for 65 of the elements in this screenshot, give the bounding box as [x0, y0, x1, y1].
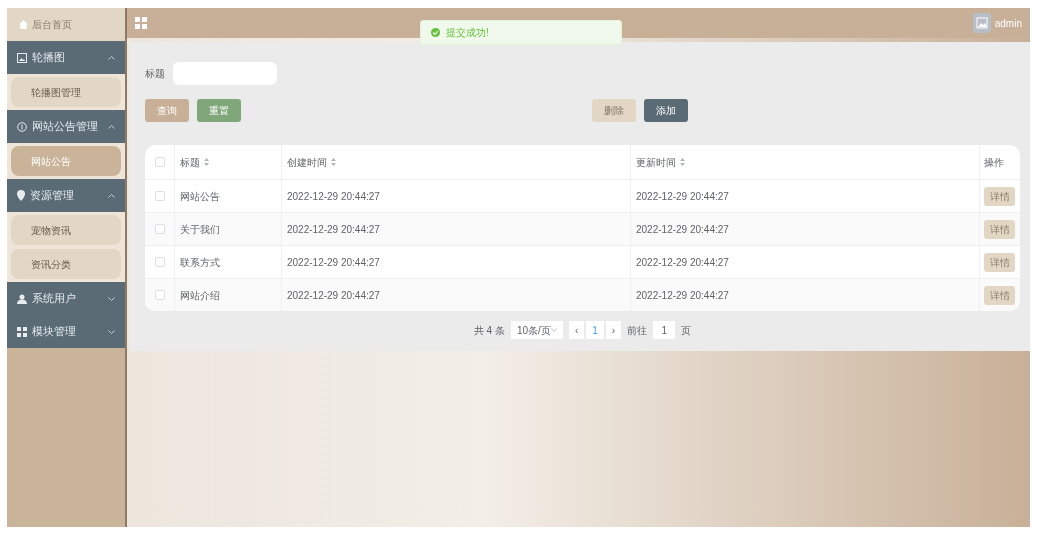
column-header[interactable]: 操作 — [984, 156, 1004, 168]
menu-header[interactable]: 轮播图 — [7, 41, 125, 74]
details-button[interactable]: 详情 — [984, 186, 1015, 206]
column-header[interactable]: 标题 — [180, 154, 200, 170]
home-icon — [19, 20, 28, 29]
sort-icon[interactable] — [331, 158, 336, 166]
table-cell-text: 2022-12-29 20:44:27 — [636, 255, 729, 270]
table-cell-text: 网站介绍 — [180, 288, 220, 303]
table-cell-text: 2022-12-29 20:44:27 — [287, 189, 380, 204]
details-button[interactable]: 详情 — [984, 219, 1015, 239]
details-button[interactable]: 详情 — [984, 285, 1015, 305]
page-input[interactable]: 1 — [653, 321, 676, 339]
checkbox[interactable] — [154, 257, 165, 267]
menu-header[interactable]: 网站公告管理 — [7, 110, 125, 143]
chevron-up-icon — [108, 55, 115, 60]
image-icon — [17, 52, 27, 63]
avatar-icon[interactable] — [972, 13, 991, 33]
goto-label: 前往 — [627, 323, 648, 338]
checkbox[interactable] — [154, 290, 165, 300]
details-button[interactable]: 详情 — [984, 252, 1015, 272]
location-pin-icon — [17, 190, 25, 201]
table-cell-text: 2022-12-29 20:44:27 — [636, 222, 729, 237]
checkbox[interactable] — [154, 157, 165, 167]
page-suffix: 页 — [681, 323, 692, 338]
chevron-down-icon — [108, 296, 115, 301]
chevron-down-icon — [108, 329, 115, 334]
prev-page-button[interactable]: ‹ — [568, 321, 585, 339]
page-number[interactable]: 1 — [586, 321, 604, 339]
table-cell-text: 2022-12-29 20:44:27 — [287, 288, 380, 303]
chevron-down-icon — [550, 328, 557, 332]
menu-header[interactable]: 系统用户 — [7, 282, 125, 315]
menu-header[interactable]: 资源管理 — [7, 179, 125, 212]
menu-header[interactable]: 模块管理 — [7, 315, 125, 348]
home-menu-item[interactable]: 后台首页 — [7, 8, 125, 41]
sort-icon[interactable] — [680, 158, 685, 166]
chevron-up-icon — [108, 124, 115, 129]
submenu-item[interactable]: 轮播图管理 — [11, 77, 121, 107]
next-page-button[interactable]: › — [605, 321, 622, 339]
total-count: 共 4 条 — [473, 323, 505, 338]
grid-icon — [17, 326, 27, 337]
table-cell-text: 联系方式 — [180, 255, 220, 270]
table-cell-text: 2022-12-29 20:44:27 — [287, 255, 380, 270]
reset-button[interactable]: 重置 — [197, 99, 241, 122]
add-button[interactable]: 添加 — [644, 99, 688, 122]
table-cell-text: 2022-12-29 20:44:27 — [636, 189, 729, 204]
table-cell-text: 2022-12-29 20:44:27 — [636, 288, 729, 303]
chevron-up-icon — [108, 193, 115, 198]
table-cell-text: 关于我们 — [180, 222, 220, 237]
grid-icon[interactable] — [135, 17, 147, 29]
field-label: 标题 — [145, 67, 165, 81]
checkbox[interactable] — [154, 224, 165, 234]
info-icon — [17, 121, 27, 132]
check-circle-icon — [431, 28, 440, 37]
page-size-select[interactable]: 10条/页 — [510, 321, 563, 339]
toast-message: 提交成功! — [446, 26, 489, 40]
checkbox[interactable] — [154, 191, 165, 201]
table-cell-text: 网站公告 — [180, 189, 220, 204]
column-header[interactable]: 创建时间 — [287, 154, 327, 170]
user-icon — [17, 293, 27, 304]
column-header[interactable]: 更新时间 — [636, 154, 676, 170]
submenu-item[interactable]: 宠物资讯 — [11, 215, 121, 245]
submenu-item[interactable]: 资讯分类 — [11, 249, 121, 279]
menu-label: 后台首页 — [32, 18, 72, 32]
sort-icon[interactable] — [204, 158, 209, 166]
table-cell-text: 2022-12-29 20:44:27 — [287, 222, 380, 237]
